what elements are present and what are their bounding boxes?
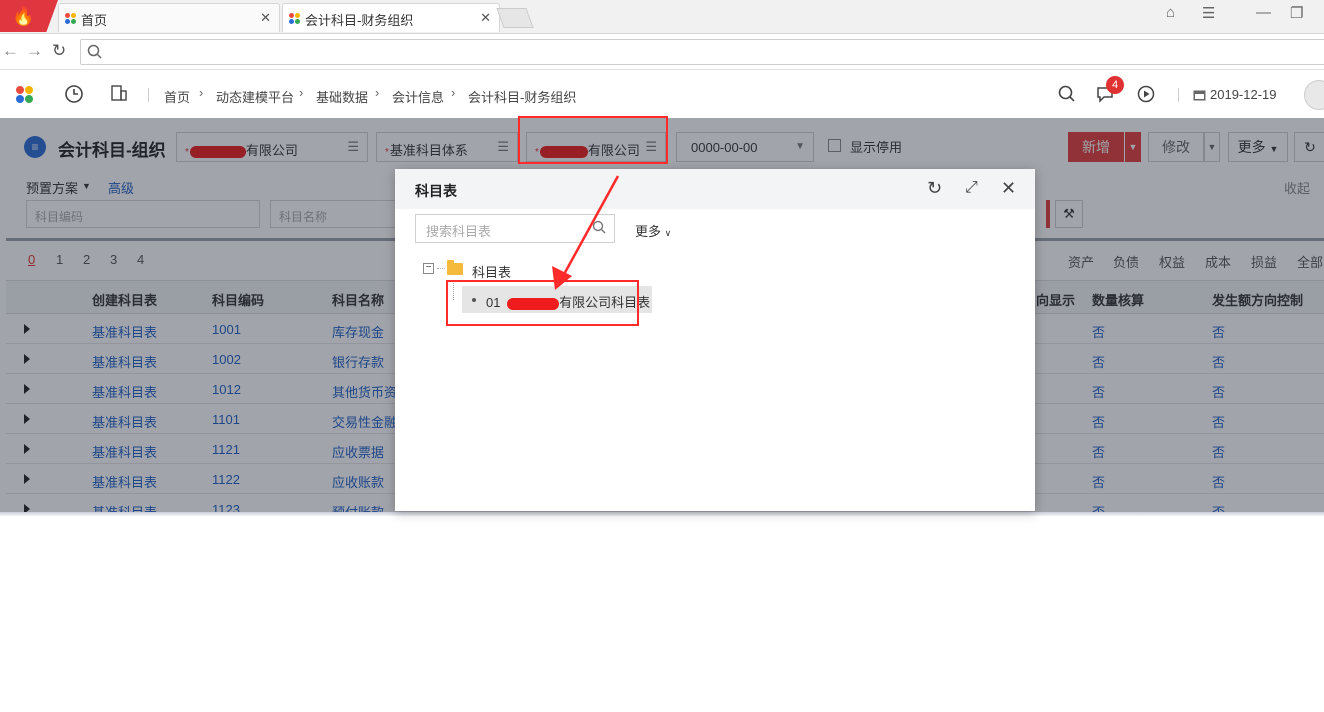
dialog-title: 科目表 [415, 183, 457, 199]
account-table-dialog: 科目表 ↻ ⤢ ✕ 搜索科目表 更多 ∨ − 科目表 01 有限公司科目表 [395, 169, 1035, 511]
chevron-right-icon: › [299, 85, 304, 100]
forward-icon[interactable]: → [26, 41, 43, 61]
tree-collapse-toggle[interactable]: − [423, 263, 434, 274]
breadcrumb-item[interactable]: 会计信息 [392, 87, 444, 106]
chevron-down-icon: ∨ [664, 228, 672, 238]
close-icon[interactable]: ✕ [480, 10, 491, 26]
new-tab-button[interactable] [496, 8, 534, 28]
breadcrumb-item: 会计科目-财务组织 [468, 90, 577, 105]
app-logo-icon[interactable] [16, 86, 34, 104]
annotation-box-tree-node [446, 280, 639, 326]
dialog-more-button[interactable]: 更多 ∨ [635, 221, 671, 240]
menu-icon[interactable]: ☰ [1202, 4, 1215, 22]
play-icon[interactable] [1137, 85, 1155, 103]
current-date: 2019-12-19 [1210, 87, 1277, 102]
close-icon[interactable]: ✕ [1001, 178, 1016, 199]
reload-icon[interactable]: ↻ [52, 41, 66, 61]
restore-icon[interactable]: ❐ [1290, 4, 1303, 22]
refresh-icon[interactable]: ↻ [927, 178, 942, 199]
annotation-box-table-select [518, 116, 668, 164]
close-icon[interactable]: ✕ [260, 10, 271, 26]
breadcrumb-item[interactable]: 动态建模平台 [216, 87, 294, 106]
chevron-right-icon: › [451, 85, 456, 100]
browser-tab-accounts[interactable]: 会计科目-财务组织 ✕ [282, 3, 500, 32]
address-bar: ← → ↻ [0, 34, 1324, 70]
url-input[interactable] [80, 39, 1324, 65]
breadcrumb-item[interactable]: 基础数据 [316, 87, 368, 106]
back-icon[interactable]: ← [2, 41, 19, 61]
browser-tab-home[interactable]: 首页 ✕ [58, 3, 280, 32]
search-icon [87, 44, 102, 59]
app-header: 首页 › 动态建模平台 › 基础数据 › 会计信息 › 会计科目-财务组织 4 … [0, 70, 1324, 118]
breadcrumb-item[interactable]: 首页 [164, 87, 190, 106]
browser-logo[interactable]: 🔥 [0, 0, 58, 32]
app-logo-icon [65, 13, 77, 25]
tree-root-label[interactable]: 科目表 [472, 262, 511, 281]
browser-tab-bar: 🔥 首页 ✕ 会计科目-财务组织 ✕ ⌂ ☰ — ❐ [0, 0, 1324, 34]
fullscreen-icon[interactable]: ⤢ [965, 179, 978, 197]
folder-open-icon [447, 260, 463, 275]
search-icon[interactable] [1058, 85, 1076, 103]
tab-label: 会计科目-财务组织 [305, 13, 414, 28]
minimize-icon[interactable]: — [1256, 4, 1271, 21]
tab-label: 首页 [81, 13, 108, 28]
building-icon[interactable] [110, 84, 128, 102]
notification-badge: 4 [1106, 76, 1124, 94]
chevron-right-icon: › [375, 85, 380, 100]
history-icon[interactable] [64, 84, 84, 104]
app-logo-icon [289, 13, 301, 25]
dialog-header: 科目表 ↻ ⤢ ✕ [395, 169, 1035, 209]
search-icon[interactable] [592, 220, 606, 234]
tree-connector [437, 268, 445, 269]
window-up-icon[interactable]: ⌂ [1166, 4, 1175, 21]
calendar-icon [1193, 90, 1206, 101]
dialog-more-label: 更多 [635, 224, 662, 239]
chevron-right-icon: › [199, 85, 204, 100]
panel-bottom-edge [0, 512, 1324, 516]
avatar[interactable] [1304, 80, 1324, 110]
dialog-search-input[interactable]: 搜索科目表 [415, 214, 615, 243]
search-placeholder: 搜索科目表 [426, 224, 492, 239]
flame-icon: 🔥 [12, 6, 35, 26]
